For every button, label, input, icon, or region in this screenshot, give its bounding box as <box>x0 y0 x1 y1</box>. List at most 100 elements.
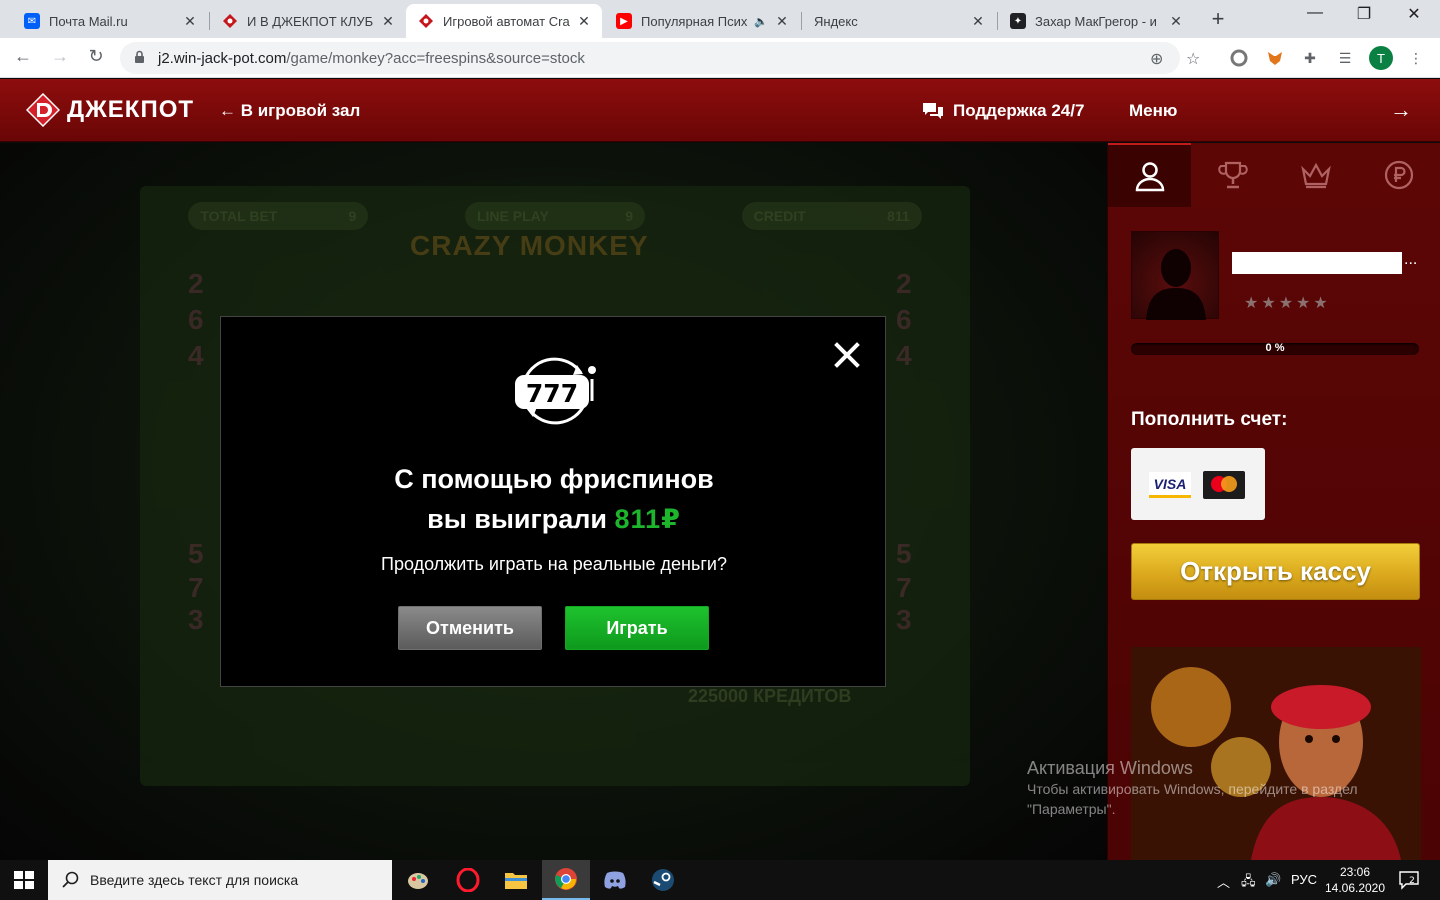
max-credits-text: 225000 КРЕДИТОВ <box>688 686 852 706</box>
play-button[interactable]: Играть <box>565 606 709 650</box>
level-progress-bar: 0 % <box>1131 342 1419 355</box>
browser-menu-icon[interactable]: ⋮ <box>1405 47 1427 69</box>
site-logo-text[interactable]: ДЖЕКПОТ <box>67 96 194 124</box>
close-tab-icon[interactable]: ✕ <box>1168 13 1184 30</box>
back-to-lobby-link[interactable]: ← В игровой зал <box>219 101 360 121</box>
menu-link[interactable]: Меню <box>1129 101 1177 121</box>
url-text: j2.win-jack-pot.com/game/monkey?acc=free… <box>158 50 585 67</box>
promo-banner[interactable] <box>1131 647 1421 860</box>
taskbar-chrome-icon[interactable] <box>542 860 590 900</box>
line-number: 2 <box>188 268 204 299</box>
minimize-icon[interactable]: — <box>1300 4 1330 22</box>
payment-methods[interactable]: VISA <box>1131 448 1265 520</box>
taskbar-search[interactable]: Введите здесь текст для поиска <box>48 860 392 900</box>
line-number: 5 <box>188 538 204 569</box>
add-icon[interactable]: ⊕ <box>1150 49 1163 69</box>
chat-bubbles-icon <box>923 103 943 119</box>
tab-cashback[interactable] <box>1357 143 1440 207</box>
avatar[interactable] <box>1131 231 1219 320</box>
site-header: ДЖЕКПОТ ← В игровой зал Поддержка 24/7 М… <box>0 79 1440 142</box>
tray-chevron-icon[interactable]: ︿ <box>1217 872 1230 891</box>
slot-777-icon: 777 <box>515 357 596 425</box>
close-tab-icon[interactable]: ✕ <box>576 13 592 30</box>
windows-start-icon[interactable] <box>14 871 34 889</box>
mail-icon: ✉ <box>24 13 40 29</box>
bookmark-star-icon[interactable]: ☆ <box>1186 49 1200 69</box>
taskbar-discord-icon[interactable] <box>591 860 639 900</box>
sidebar-tabs <box>1108 143 1440 207</box>
browser-tab-crazy-monkey[interactable]: Игровой автомат Crazy ✕ <box>406 4 602 38</box>
close-tab-icon[interactable]: ✕ <box>774 13 790 30</box>
line-number: 7 <box>188 572 204 603</box>
close-window-icon[interactable]: ✕ <box>1399 4 1429 24</box>
address-bar[interactable]: j2.win-jack-pot.com/game/monkey?acc=free… <box>120 42 1180 74</box>
win-amount: 811₽ <box>614 504 681 534</box>
tab-vip[interactable] <box>1274 143 1357 207</box>
line-number: 4 <box>188 340 204 371</box>
browser-tab-youtube[interactable]: ▶ Популярная Псих 🔈 ✕ <box>604 4 800 38</box>
back-arrow-icon[interactable]: ← <box>11 46 35 67</box>
media-queue-icon[interactable]: ☰ <box>1334 47 1356 69</box>
user-sidebar: ... ★★★★★ 0 % Пополнить счет: VISA Откры… <box>1107 143 1440 860</box>
browser-tab-jackpot-club[interactable]: И В ДЖЕКПОТ КЛУБЕ ✕ <box>210 4 406 38</box>
speaker-icon[interactable]: 🔈 <box>754 15 768 28</box>
browser-toolbar: ← → ↻ j2.win-jack-pot.com/game/monkey?ac… <box>0 38 1440 78</box>
total-bet-pill: TOTAL BET 9 <box>188 202 369 230</box>
promo-dancer-image <box>1131 647 1421 860</box>
user-icon <box>1135 162 1164 192</box>
browser-tab-yandex[interactable]: Яндекс ✕ <box>802 4 996 38</box>
open-cashier-button[interactable]: Открыть кассу <box>1131 543 1420 600</box>
line-number: 3 <box>896 604 912 635</box>
taskbar-opera-icon[interactable] <box>444 860 492 900</box>
support-label: Поддержка 24/7 <box>953 101 1085 120</box>
close-tab-icon[interactable]: ✕ <box>380 13 396 30</box>
system-clock[interactable]: 23:06 14.06.2020 <box>1323 864 1387 896</box>
mastercard-logo <box>1203 471 1245 499</box>
reload-icon[interactable]: ↻ <box>84 46 108 67</box>
trophy-icon <box>1217 161 1248 189</box>
user-silhouette-icon <box>1146 249 1206 320</box>
taskbar-paint-icon[interactable] <box>394 860 442 900</box>
lock-icon <box>135 50 144 63</box>
line-number: 7 <box>896 572 912 603</box>
dark-icon: ✦ <box>1010 13 1026 29</box>
browser-tab-mail[interactable]: ✉ Почта Mail.ru ✕ <box>12 4 208 38</box>
metamask-fox-icon[interactable] <box>1264 47 1286 69</box>
network-icon[interactable]: 🖧 <box>1241 872 1256 894</box>
forward-arrow-icon[interactable]: → <box>48 46 72 67</box>
crown-icon <box>1300 162 1331 189</box>
close-tab-icon[interactable]: ✕ <box>182 13 198 30</box>
extensions-puzzle-icon[interactable]: ✚ <box>1299 47 1321 69</box>
browser-tabstrip: ✉ Почта Mail.ru ✕ И В ДЖЕКПОТ КЛУБЕ ✕ Иг… <box>0 0 1440 38</box>
freespins-win-dialog: 777 С помощью фриспинов вы выиграли 811₽… <box>220 316 886 687</box>
profile-avatar[interactable]: T <box>1369 46 1393 70</box>
language-indicator[interactable]: РУС <box>1291 872 1317 887</box>
rating-stars: ★★★★★ <box>1244 295 1331 312</box>
close-icon[interactable] <box>833 341 861 369</box>
line-number: 5 <box>896 538 912 569</box>
search-icon <box>62 871 79 888</box>
username-redacted <box>1232 252 1402 274</box>
windows-activation-watermark: Активация Windows Чтобы активировать Win… <box>1027 758 1358 817</box>
opera-extension-icon[interactable] <box>1228 47 1250 69</box>
cancel-button[interactable]: Отменить <box>398 606 542 650</box>
tab-profile[interactable] <box>1108 143 1191 207</box>
line-number: 6 <box>188 304 204 335</box>
youtube-icon: ▶ <box>616 13 632 29</box>
dialog-question: Продолжить играть на реальные деньги? <box>381 554 727 574</box>
line-number: 4 <box>896 340 912 371</box>
taskbar-explorer-icon[interactable] <box>492 860 540 900</box>
browser-tab-mcgregor[interactable]: ✦ Захар МакГрегор - и ✕ <box>998 4 1194 38</box>
volume-icon[interactable]: 🔊 <box>1265 872 1281 888</box>
svg-text:2: 2 <box>1409 876 1415 886</box>
notifications-icon[interactable]: 2 <box>1398 870 1420 890</box>
taskbar-steam-icon[interactable] <box>639 860 687 900</box>
dialog-title: С помощью фриспинов вы выиграли 811₽ <box>394 464 714 534</box>
restore-icon[interactable]: ❐ <box>1349 4 1379 24</box>
new-tab-button[interactable]: + <box>1206 6 1230 32</box>
arrow-right-icon[interactable]: → <box>1390 97 1412 123</box>
support-link[interactable]: Поддержка 24/7 <box>922 101 1084 121</box>
jackpot-logo-icon[interactable] <box>26 93 60 127</box>
tab-tournaments[interactable] <box>1191 143 1274 207</box>
close-tab-icon[interactable]: ✕ <box>970 13 986 30</box>
